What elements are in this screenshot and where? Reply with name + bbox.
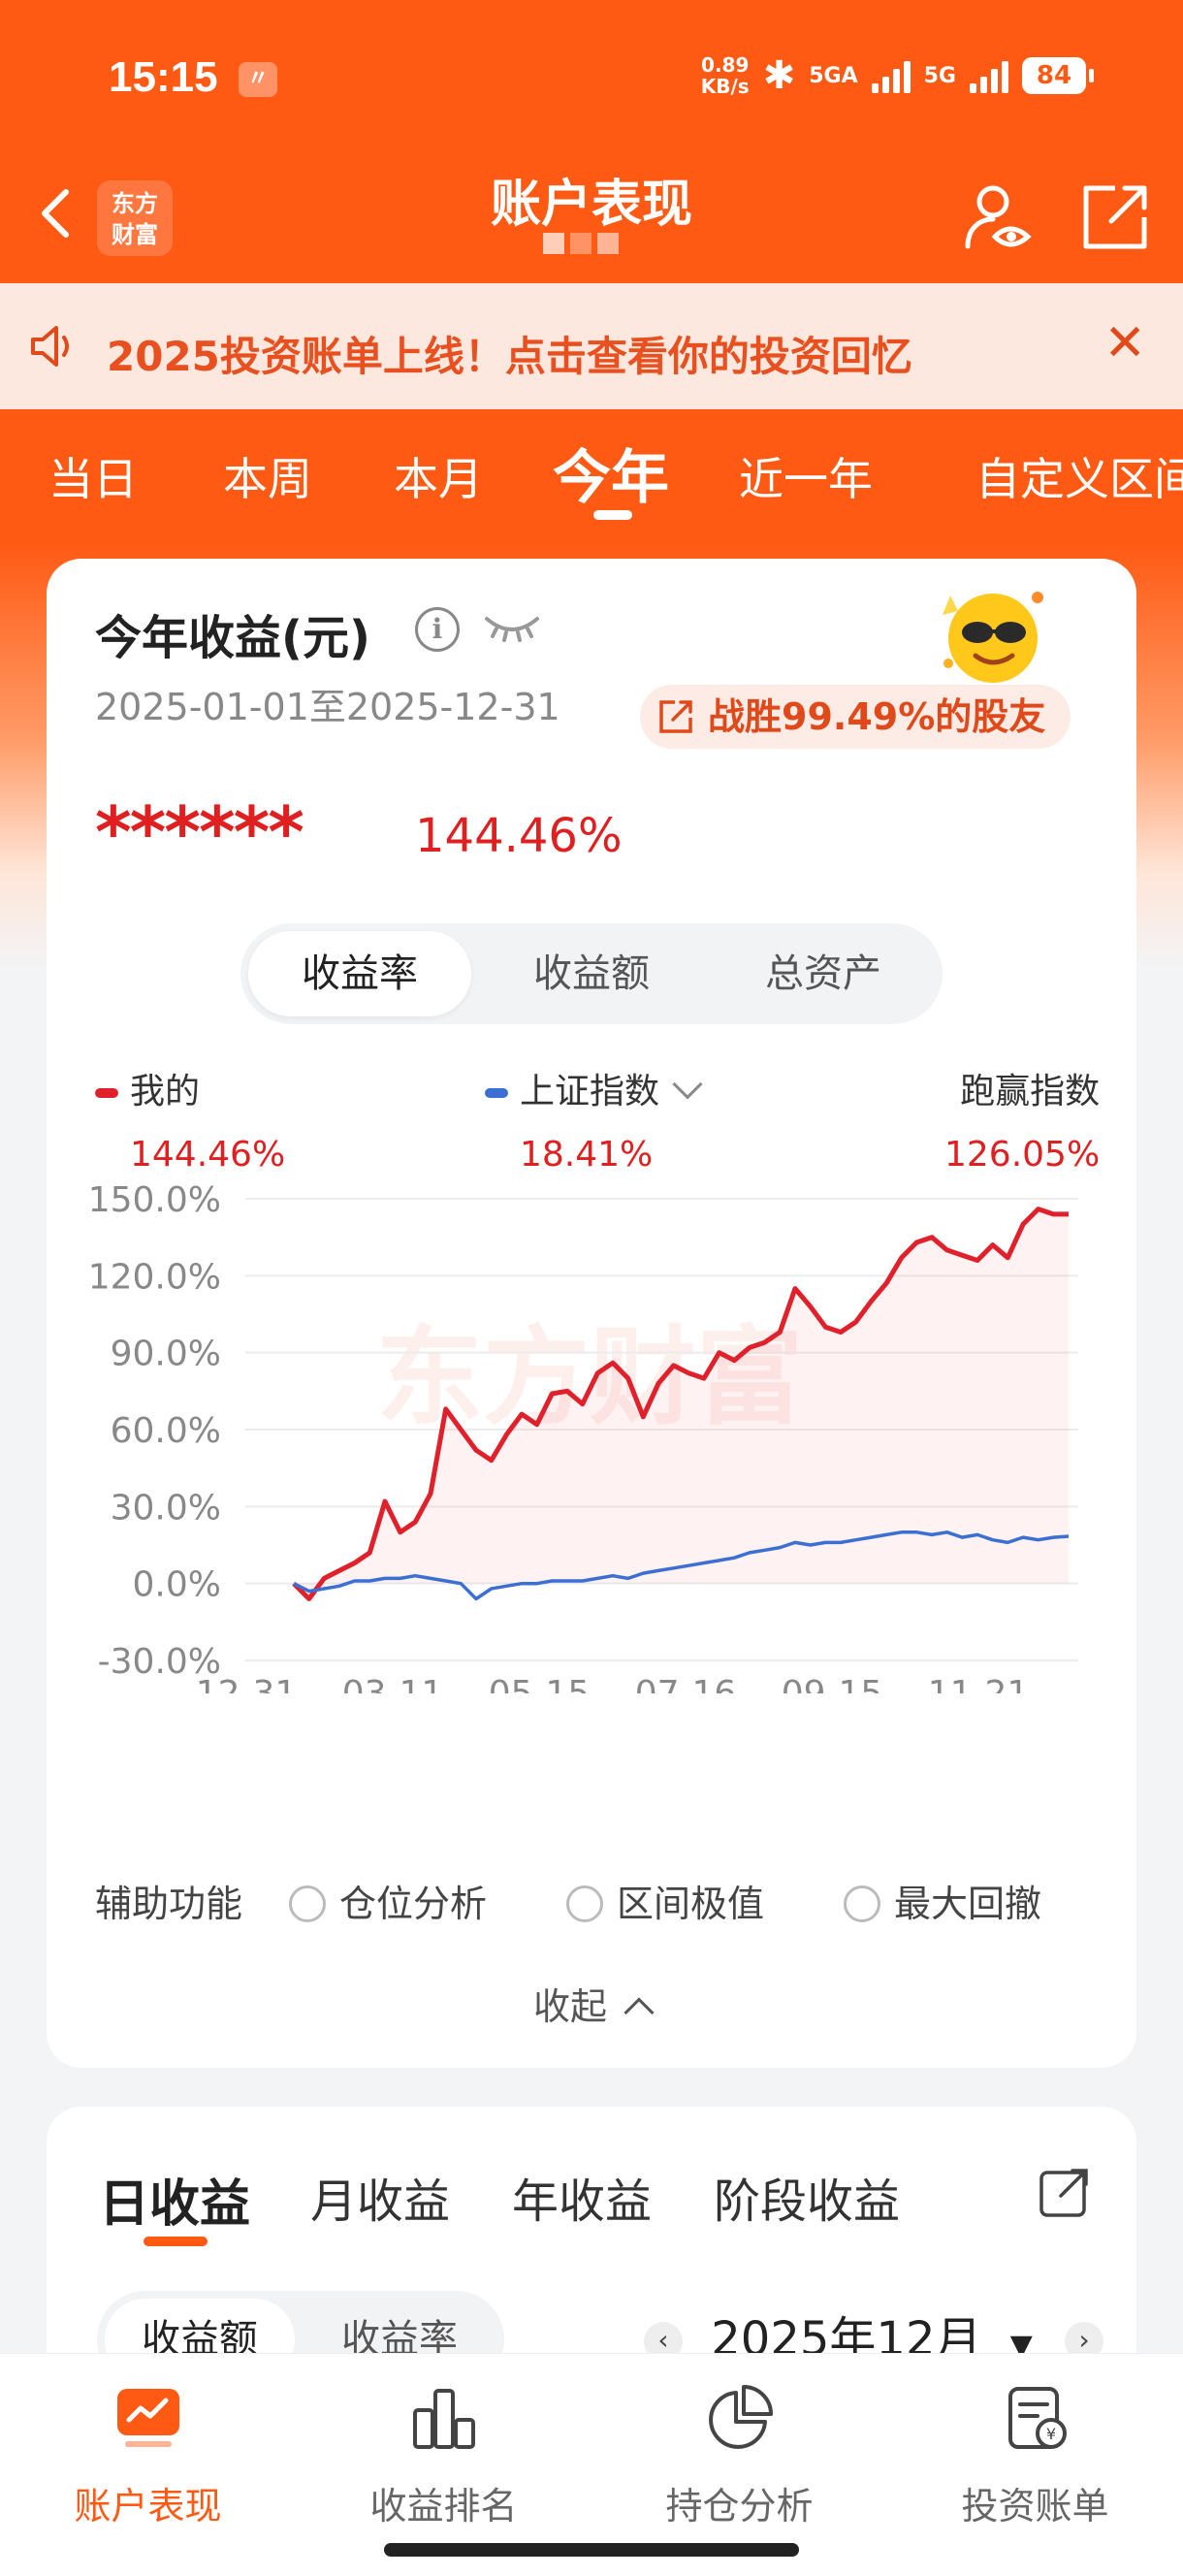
aux-max-drawdown[interactable]: 最大回撤 bbox=[844, 1874, 1041, 1927]
tab-stage-return[interactable]: 阶段收益 bbox=[714, 2163, 900, 2231]
nav-label: 收益排名 bbox=[369, 2485, 518, 2528]
chevron-down-icon bbox=[672, 1069, 703, 1100]
share-small-icon bbox=[659, 700, 692, 733]
collapse-label: 收起 bbox=[532, 1985, 607, 2028]
return-line-chart[interactable]: 东方财富150.0%120.0%90.0%60.0%30.0%0.0%-30.0… bbox=[47, 1160, 1136, 1693]
sunglasses-emoji-icon bbox=[943, 592, 1043, 683]
nav-label: 持仓分析 bbox=[665, 2485, 814, 2528]
y-tick-label: 150.0% bbox=[88, 1180, 221, 1220]
nav-investment-bill[interactable]: ¥ 投资账单 bbox=[887, 2381, 1183, 2529]
legend-mine-swatch bbox=[95, 1088, 118, 1098]
beat-rank-badge[interactable]: 战胜99.49%的股友 bbox=[640, 685, 1071, 749]
legend-outperform: 跑赢指数 126.05% bbox=[944, 1063, 1100, 1175]
status-bar: 15:15 〃 0.89 KB/s ✱ 5GA 5G 84 bbox=[0, 0, 1183, 155]
radio-icon bbox=[844, 1885, 880, 1922]
legend-index[interactable]: 上证指数 18.41% bbox=[485, 1063, 703, 1175]
aux-range-extremes[interactable]: 区间极值 bbox=[566, 1874, 764, 1927]
performance-icon bbox=[116, 2389, 179, 2447]
y-tick-label: 60.0% bbox=[111, 1411, 221, 1451]
aux-opt3-label: 最大回撤 bbox=[894, 1883, 1042, 1925]
y-tick-label: 0.0% bbox=[133, 1565, 221, 1605]
status-time: 15:15 bbox=[109, 53, 218, 101]
battery-level: 84 bbox=[1022, 57, 1094, 94]
beat-rank-text: 战胜99.49%的股友 bbox=[708, 695, 1046, 738]
x-tick-label: 11-21 bbox=[928, 1674, 1030, 1693]
aux-label: 辅助功能 bbox=[95, 1883, 243, 1925]
radio-icon bbox=[289, 1885, 326, 1922]
legend-index-swatch bbox=[485, 1088, 508, 1098]
view-account-icon[interactable] bbox=[960, 178, 1038, 256]
home-indicator[interactable] bbox=[384, 2543, 799, 2557]
active-tab-indicator bbox=[144, 2237, 208, 2246]
x-tick-label: 09-15 bbox=[782, 1674, 883, 1693]
date-range: 2025-01-01至2025-12-31 bbox=[95, 686, 560, 728]
sim1-type: 5GA bbox=[809, 63, 858, 88]
network-speed-value: 0.89 bbox=[701, 53, 750, 77]
x-tick-label: 05-15 bbox=[489, 1674, 591, 1693]
status-indicators: 0.89 KB/s ✱ 5GA 5G 84 bbox=[701, 53, 1094, 98]
signal-bars-1-icon bbox=[871, 58, 911, 93]
collapse-button[interactable]: 收起 bbox=[47, 1977, 1136, 2030]
mode-total-assets[interactable]: 总资产 bbox=[712, 931, 935, 1016]
y-tick-label: 30.0% bbox=[111, 1488, 221, 1528]
period-tabs: 当日 本周 本月 今年 近一年 自定义区间 bbox=[0, 417, 1183, 533]
ranking-bars-icon bbox=[412, 2389, 475, 2449]
notice-banner[interactable]: 2025投资账单上线！点击查看你的投资回忆 ✕ bbox=[0, 283, 1183, 409]
chart-mode-switch: 收益率 收益额 总资产 bbox=[240, 923, 943, 1024]
radio-icon bbox=[566, 1885, 603, 1922]
pie-chart-icon bbox=[708, 2385, 773, 2449]
nav-account-performance[interactable]: 账户表现 bbox=[0, 2381, 296, 2529]
speaker-icon bbox=[31, 326, 69, 367]
tab-yearly-return[interactable]: 年收益 bbox=[512, 2163, 652, 2231]
y-tick-label: 90.0% bbox=[111, 1335, 221, 1374]
aux-opt1-label: 仓位分析 bbox=[339, 1883, 488, 1925]
legend-index-label: 上证指数 bbox=[520, 1072, 660, 1111]
nav-return-ranking[interactable]: 收益排名 bbox=[296, 2381, 592, 2529]
tab-last-year[interactable]: 近一年 bbox=[739, 444, 873, 508]
nav-label: 投资账单 bbox=[961, 2485, 1109, 2528]
notice-text: 2025投资账单上线！点击查看你的投资回忆 bbox=[107, 333, 912, 380]
masked-amount: ****** bbox=[95, 791, 304, 873]
share-icon[interactable] bbox=[1036, 2163, 1094, 2221]
signal-bars-2-icon bbox=[970, 58, 1008, 93]
tab-today[interactable]: 当日 bbox=[48, 444, 138, 508]
x-tick-label: 12-31 bbox=[196, 1674, 298, 1693]
mode-return-rate[interactable]: 收益率 bbox=[248, 931, 471, 1016]
notice-close-icon[interactable]: ✕ bbox=[1103, 314, 1146, 372]
share-icon[interactable] bbox=[1076, 178, 1154, 256]
chevron-up-icon bbox=[623, 1997, 655, 2028]
yearly-return-card: 今年收益(元) i 2025-01-01至2025-12-31 战胜99.49%… bbox=[47, 559, 1136, 2068]
tab-this-month[interactable]: 本月 bbox=[394, 444, 483, 508]
x-tick-label: 07-16 bbox=[635, 1674, 737, 1693]
tab-this-week[interactable]: 本周 bbox=[223, 444, 312, 508]
info-icon[interactable]: i bbox=[415, 607, 460, 652]
hide-amount-eye-icon[interactable] bbox=[483, 607, 541, 646]
active-tab-indicator bbox=[593, 510, 632, 520]
x-tick-label: 03-11 bbox=[342, 1674, 444, 1693]
aux-opt2-label: 区间极值 bbox=[617, 1883, 765, 1925]
bluetooth-icon: ✱ bbox=[762, 53, 796, 98]
return-percentage: 144.46% bbox=[415, 809, 623, 863]
y-tick-label: 120.0% bbox=[88, 1257, 221, 1297]
tab-daily-return[interactable]: 日收益 bbox=[99, 2163, 250, 2236]
card-title: 今年收益(元) bbox=[95, 611, 370, 665]
aux-position-analysis[interactable]: 仓位分析 bbox=[289, 1874, 487, 1927]
notification-icon: 〃 bbox=[239, 62, 277, 97]
mode-return-amount[interactable]: 收益额 bbox=[480, 931, 703, 1016]
tab-monthly-return[interactable]: 月收益 bbox=[310, 2163, 450, 2231]
nav-holding-analysis[interactable]: 持仓分析 bbox=[592, 2381, 887, 2529]
legend-mine-label: 我的 bbox=[130, 1072, 201, 1111]
bill-icon: ¥ bbox=[1007, 2387, 1067, 2449]
account-name-masked bbox=[543, 233, 650, 266]
legend-mine: 我的 144.46% bbox=[95, 1063, 285, 1175]
nav-bar: 东方 财富 账户表现 bbox=[0, 155, 1183, 281]
tab-custom-range[interactable]: 自定义区间 bbox=[975, 444, 1183, 508]
tab-this-year[interactable]: 今年 bbox=[553, 431, 669, 515]
svg-text:¥: ¥ bbox=[1045, 2425, 1055, 2443]
nav-label: 账户表现 bbox=[74, 2485, 222, 2528]
network-speed: 0.89 KB/s bbox=[701, 54, 750, 97]
legend-outperform-label: 跑赢指数 bbox=[960, 1072, 1101, 1111]
sim2-type: 5G bbox=[923, 63, 956, 88]
network-speed-unit: KB/s bbox=[700, 75, 750, 98]
